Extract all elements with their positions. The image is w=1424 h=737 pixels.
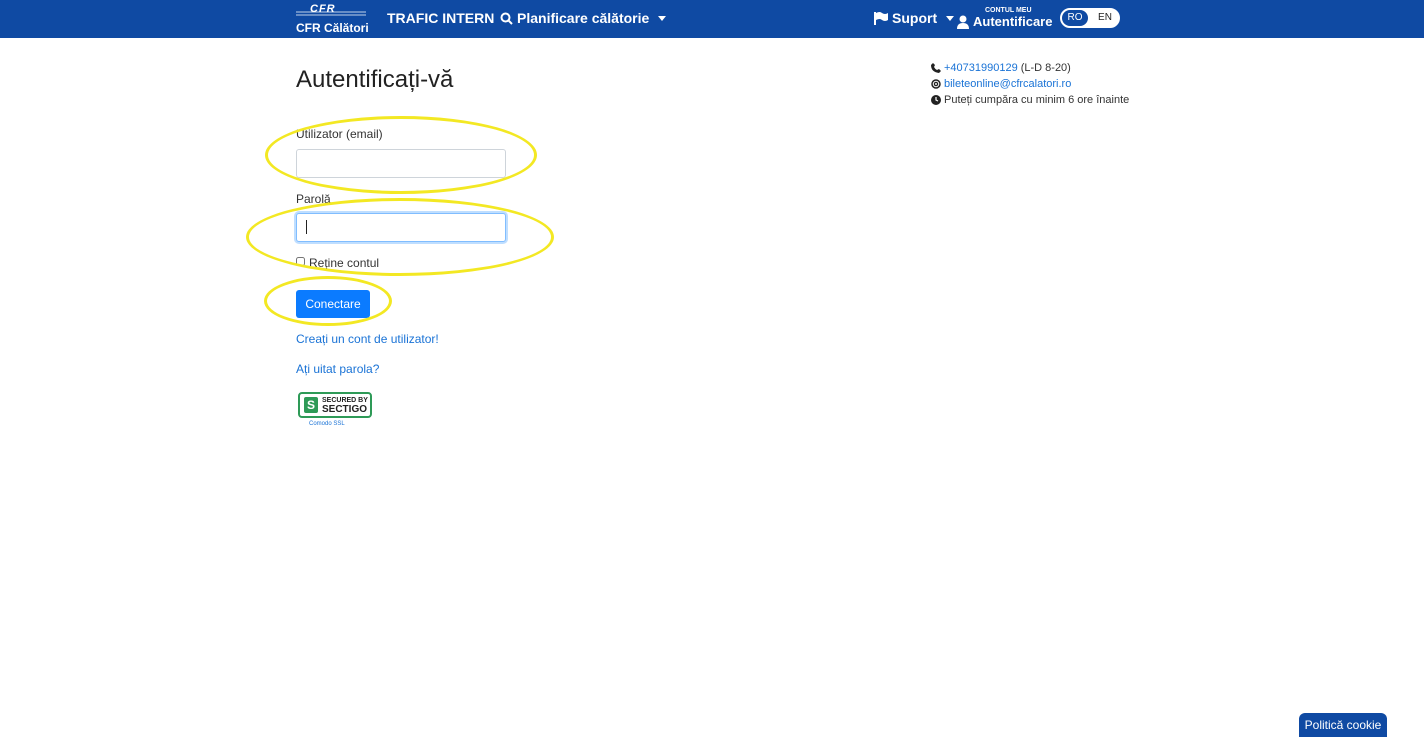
lang-ro-option[interactable]: RO bbox=[1062, 10, 1088, 26]
password-input[interactable] bbox=[296, 213, 506, 242]
email-link[interactable]: bileteonline@cfrcalatori.ro bbox=[944, 78, 1071, 90]
cookie-policy-button[interactable]: Politică cookie bbox=[1299, 713, 1387, 737]
sectigo-badge[interactable]: S SECURED BY SECTIGO Comodo SSL bbox=[298, 392, 374, 430]
search-icon bbox=[500, 12, 513, 25]
cfr-logo[interactable]: CFR CFR Călători bbox=[296, 3, 369, 35]
nav-suport[interactable]: Suport bbox=[874, 10, 955, 26]
sectigo-text: SECTIGO bbox=[322, 404, 368, 415]
phone-hours: (L-D 8-20) bbox=[1020, 62, 1071, 74]
sectigo-shield-icon: S bbox=[304, 397, 318, 413]
contact-phone: +40731990129 (L-D 8-20) bbox=[931, 62, 1071, 74]
user-icon bbox=[957, 15, 969, 29]
contact-note: Puteți cumpăra cu minim 6 ore înainte bbox=[931, 94, 1129, 106]
text-cursor bbox=[306, 220, 307, 234]
chevron-down-icon bbox=[946, 15, 955, 21]
username-input[interactable] bbox=[296, 149, 506, 178]
nav-account-login[interactable]: CONTUL MEU Autentificare bbox=[957, 7, 1052, 29]
nav-trafic-label: TRAFIC INTERN bbox=[387, 10, 495, 26]
top-navbar: CFR CFR Călători TRAFIC INTERN Planifica… bbox=[0, 0, 1424, 38]
create-account-link[interactable]: Creați un cont de utilizator! bbox=[296, 332, 439, 346]
flag-icon bbox=[874, 11, 888, 25]
nav-planificare-calatorie[interactable]: Planificare călătorie bbox=[500, 10, 667, 26]
password-label: Parolă bbox=[296, 192, 331, 206]
purchase-note: Puteți cumpăra cu minim 6 ore înainte bbox=[944, 94, 1130, 106]
clock-icon bbox=[931, 95, 941, 105]
logo-name: CFR Călători bbox=[296, 21, 369, 35]
forgot-password-link[interactable]: Ați uitat parola? bbox=[296, 362, 379, 376]
at-icon bbox=[931, 79, 941, 89]
nav-suport-label: Suport bbox=[892, 10, 938, 26]
lang-en-option[interactable]: EN bbox=[1092, 10, 1118, 26]
remember-label[interactable]: Reține contul bbox=[309, 256, 379, 270]
login-button[interactable]: Conectare bbox=[296, 290, 370, 318]
phone-icon bbox=[931, 63, 941, 73]
username-label: Utilizator (email) bbox=[296, 127, 383, 141]
nav-trafic-intern[interactable]: TRAFIC INTERN bbox=[387, 10, 494, 26]
contact-email: bileteonline@cfrcalatori.ro bbox=[931, 78, 1071, 90]
logo-lines-icon bbox=[296, 11, 366, 16]
phone-link[interactable]: +40731990129 bbox=[944, 62, 1018, 74]
nav-planificare-label: Planificare călătorie bbox=[517, 10, 650, 26]
account-login-label: Autentificare bbox=[973, 14, 1053, 29]
comodo-text: Comodo SSL bbox=[309, 421, 345, 427]
page-title: Autentificați-vă bbox=[296, 66, 454, 93]
sectigo-frame: S SECURED BY SECTIGO bbox=[298, 392, 372, 418]
remember-checkbox[interactable] bbox=[296, 257, 305, 266]
chevron-down-icon bbox=[658, 15, 667, 21]
language-switch[interactable]: RO EN bbox=[1060, 8, 1120, 28]
